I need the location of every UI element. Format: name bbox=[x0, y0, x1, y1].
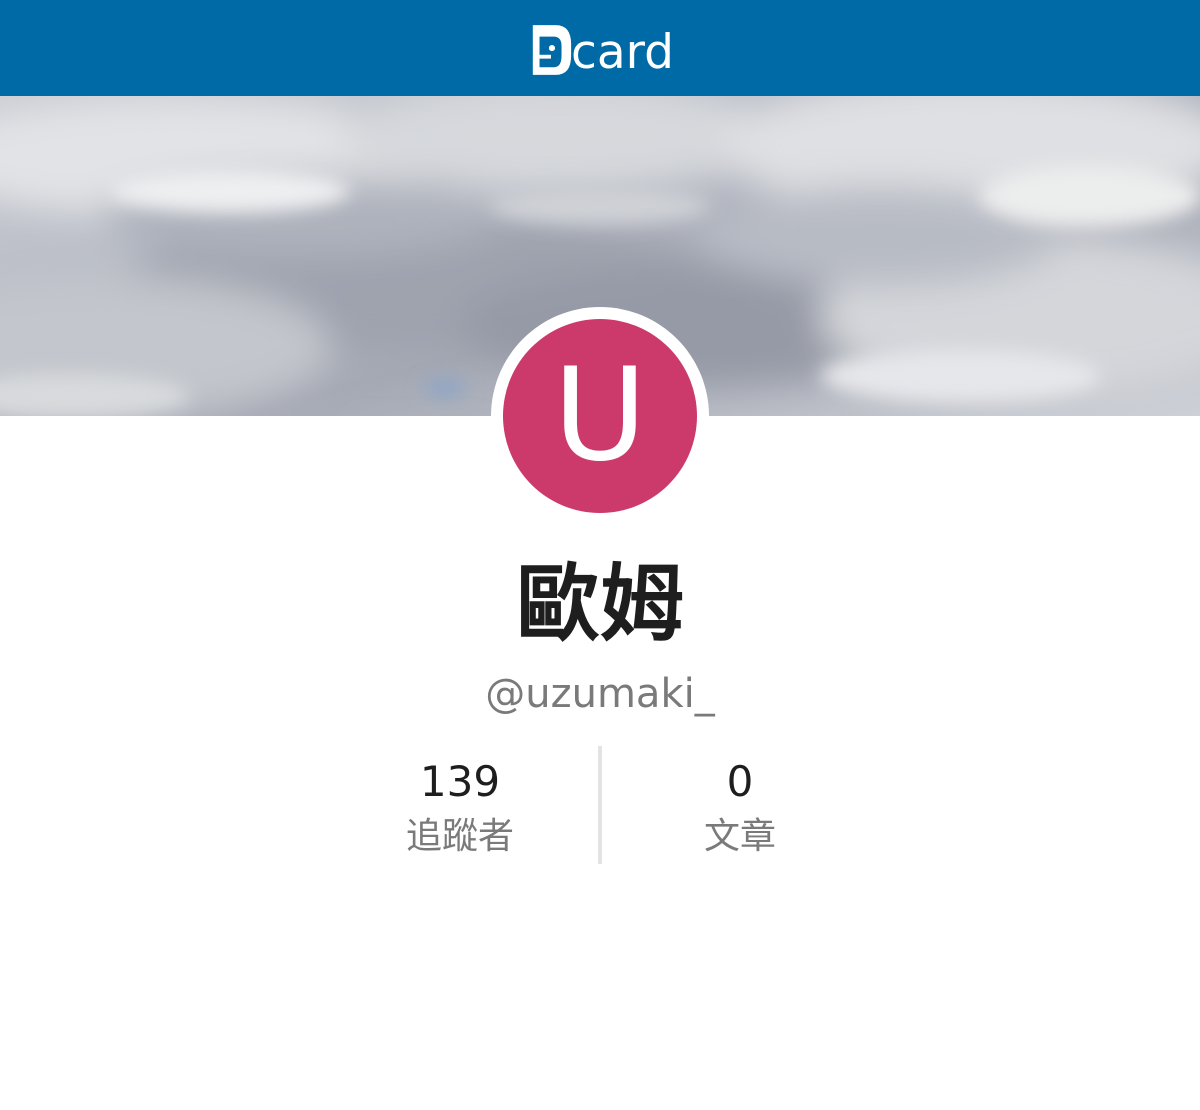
logo-text: card bbox=[571, 25, 674, 80]
posts-count: 0 bbox=[726, 757, 754, 806]
dcard-logo[interactable]: card bbox=[529, 20, 674, 78]
followers-count: 139 bbox=[419, 757, 501, 806]
dcard-logo-mark-icon bbox=[532, 25, 572, 75]
avatar-letter: U bbox=[503, 319, 697, 513]
profile-stats: 139 追蹤者 0 文章 bbox=[320, 746, 880, 864]
followers-label: 追蹤者 bbox=[405, 816, 514, 857]
avatar[interactable]: U bbox=[491, 307, 709, 525]
followers-stat[interactable]: 139 追蹤者 bbox=[320, 746, 600, 864]
top-bar: card bbox=[0, 0, 1200, 96]
user-handle: @uzumaki_ bbox=[485, 671, 715, 717]
display-name: 歐姆 bbox=[515, 555, 684, 653]
posts-label: 文章 bbox=[703, 816, 776, 857]
posts-stat[interactable]: 0 文章 bbox=[600, 746, 880, 864]
